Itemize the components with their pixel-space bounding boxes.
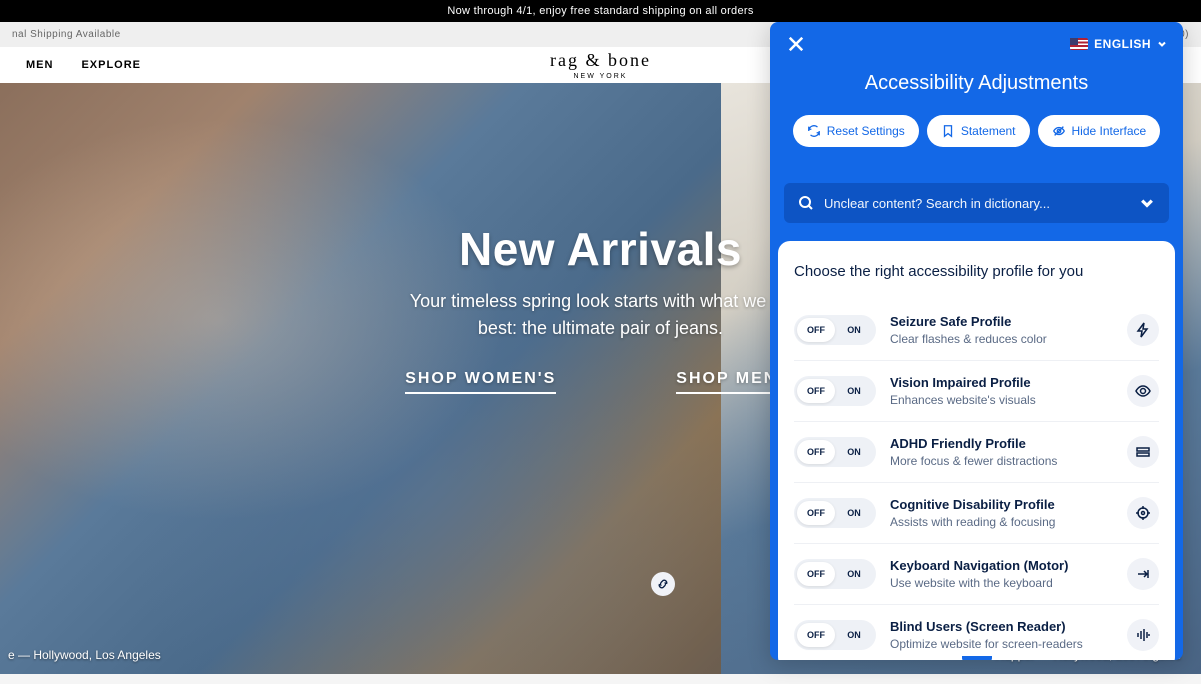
search-icon bbox=[798, 195, 814, 211]
toggle-seizure-safe[interactable]: OFF ON bbox=[794, 315, 876, 345]
toggle-on: ON bbox=[835, 440, 873, 464]
toggle-off: OFF bbox=[797, 562, 835, 586]
close-panel-button[interactable] bbox=[786, 34, 806, 54]
profile-desc: Clear flashes & reduces color bbox=[890, 332, 1113, 346]
profile-keyboard: OFF ON Keyboard Navigation (Motor) Use w… bbox=[794, 544, 1159, 605]
reset-settings-button[interactable]: Reset Settings bbox=[793, 115, 919, 147]
brand-name: rag & bone bbox=[550, 50, 651, 71]
refresh-icon bbox=[807, 124, 821, 138]
profile-title: Seizure Safe Profile bbox=[890, 314, 1113, 329]
hero-subtitle: Your timeless spring look starts with wh… bbox=[391, 288, 811, 342]
toggle-off: OFF bbox=[797, 440, 835, 464]
profile-title: Cognitive Disability Profile bbox=[890, 497, 1113, 512]
us-flag-icon bbox=[1070, 38, 1088, 50]
profile-desc: Assists with reading & focusing bbox=[890, 515, 1113, 529]
accessibility-panel: ENGLISH Accessibility Adjustments Reset … bbox=[770, 22, 1183, 660]
profile-title: Blind Users (Screen Reader) bbox=[890, 619, 1113, 634]
eye-off-icon bbox=[1052, 124, 1066, 138]
tab-arrow-icon bbox=[1127, 558, 1159, 590]
profile-vision-impaired: OFF ON Vision Impaired Profile Enhances … bbox=[794, 361, 1159, 422]
profiles-list: Choose the right accessibility profile f… bbox=[778, 241, 1175, 660]
toggle-vision-impaired[interactable]: OFF ON bbox=[794, 376, 876, 406]
profile-seizure-safe: OFF ON Seizure Safe Profile Clear flashe… bbox=[794, 300, 1159, 361]
shop-womens-button[interactable]: SHOP WOMEN'S bbox=[405, 370, 556, 394]
frame-icon bbox=[1127, 436, 1159, 468]
lightning-icon bbox=[1127, 314, 1159, 346]
profile-title: Vision Impaired Profile bbox=[890, 375, 1113, 390]
toggle-on: ON bbox=[835, 379, 873, 403]
brand-location: NEW YORK bbox=[550, 73, 651, 80]
photo-caption-left: e — Hollywood, Los Angeles bbox=[8, 648, 161, 662]
toggle-adhd[interactable]: OFF ON bbox=[794, 437, 876, 467]
toggle-keyboard[interactable]: OFF ON bbox=[794, 559, 876, 589]
profile-adhd: OFF ON ADHD Friendly Profile More focus … bbox=[794, 422, 1159, 483]
toggle-on: ON bbox=[835, 562, 873, 586]
chevron-down-icon bbox=[1139, 195, 1155, 211]
profile-desc: Enhances website's visuals bbox=[890, 393, 1113, 407]
bookmark-icon bbox=[941, 124, 955, 138]
profile-title: Keyboard Navigation (Motor) bbox=[890, 558, 1113, 573]
toggle-off: OFF bbox=[797, 501, 835, 525]
language-label: ENGLISH bbox=[1094, 37, 1151, 51]
nav-men[interactable]: MEN bbox=[26, 59, 53, 71]
profile-desc: Optimize website for screen-readers bbox=[890, 637, 1113, 651]
language-selector[interactable]: ENGLISH bbox=[1070, 37, 1167, 51]
profile-desc: Use website with the keyboard bbox=[890, 576, 1113, 590]
nav-explore[interactable]: EXPLORE bbox=[81, 59, 141, 71]
profile-blind: OFF ON Blind Users (Screen Reader) Optim… bbox=[794, 605, 1159, 660]
hero-title: New Arrivals bbox=[391, 222, 811, 276]
dictionary-search[interactable]: Unclear content? Search in dictionary... bbox=[784, 183, 1169, 223]
statement-button[interactable]: Statement bbox=[927, 115, 1030, 147]
hide-interface-button[interactable]: Hide Interface bbox=[1038, 115, 1161, 147]
toggle-off: OFF bbox=[797, 318, 835, 342]
toggle-on: ON bbox=[835, 318, 873, 342]
shipping-notice: nal Shipping Available bbox=[12, 29, 121, 40]
statement-label: Statement bbox=[961, 124, 1016, 138]
toggle-on: ON bbox=[835, 623, 873, 647]
panel-title: Accessibility Adjustments bbox=[786, 72, 1167, 95]
hide-label: Hide Interface bbox=[1072, 124, 1147, 138]
profiles-heading: Choose the right accessibility profile f… bbox=[794, 263, 1159, 280]
toggle-on: ON bbox=[835, 501, 873, 525]
search-placeholder: Unclear content? Search in dictionary... bbox=[824, 196, 1129, 211]
panel-notch bbox=[962, 656, 992, 660]
brand-logo[interactable]: rag & bone NEW YORK bbox=[550, 50, 651, 80]
profile-title: ADHD Friendly Profile bbox=[890, 436, 1113, 451]
audio-wave-icon bbox=[1127, 619, 1159, 651]
close-icon bbox=[786, 34, 806, 54]
link-icon bbox=[651, 572, 675, 596]
reset-label: Reset Settings bbox=[827, 124, 905, 138]
toggle-off: OFF bbox=[797, 623, 835, 647]
profile-desc: More focus & fewer distractions bbox=[890, 454, 1113, 468]
promo-banner: Now through 4/1, enjoy free standard shi… bbox=[0, 0, 1201, 22]
eye-icon bbox=[1127, 375, 1159, 407]
profile-cognitive: OFF ON Cognitive Disability Profile Assi… bbox=[794, 483, 1159, 544]
toggle-cognitive[interactable]: OFF ON bbox=[794, 498, 876, 528]
chevron-down-icon bbox=[1157, 39, 1167, 49]
target-icon bbox=[1127, 497, 1159, 529]
toggle-blind[interactable]: OFF ON bbox=[794, 620, 876, 650]
toggle-off: OFF bbox=[797, 379, 835, 403]
